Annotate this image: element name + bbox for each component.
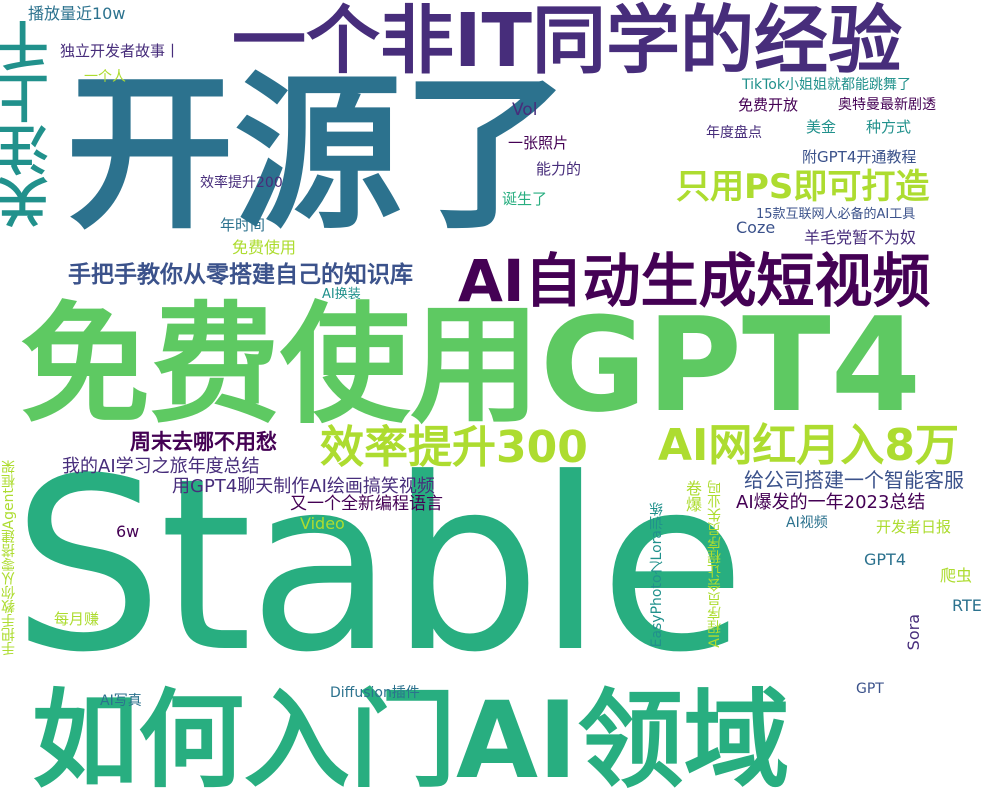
- word-nengli-de: 能力的: [536, 160, 582, 178]
- word-ai-shipin: AI视频: [786, 515, 828, 531]
- word-zhineng-kefu: 给公司搭建一个智能客服: [744, 468, 964, 492]
- word-xiaolv-200: 效率提升200: [200, 175, 283, 191]
- word-yige-ren: 一个人: [84, 69, 126, 85]
- word-ruhe-ai: 如何入门AI领域: [32, 679, 790, 800]
- word-tiktok: TikTok小姐姐就都能跳舞了: [742, 77, 911, 93]
- word-yizhang-zhaopian: 一张照片: [508, 134, 569, 152]
- word-zhiyong-ps: 只用PS即可打造: [676, 167, 930, 207]
- word-mianfei-shiyong: 免费使用: [232, 238, 297, 257]
- word-yangmao: 羊毛党暂不为奴: [804, 228, 917, 247]
- word-xin-yuyan: 又一个全新编程语言: [290, 494, 443, 514]
- word-dansheng-le: 诞生了: [502, 190, 548, 208]
- word-video: Video: [300, 514, 345, 533]
- word-fei-it: 一个非IT同学的经验: [232, 0, 903, 84]
- word-xiaolv-300: 效率提升300: [320, 422, 588, 473]
- word-ai-gongju: 15款互联网人必备的AI工具: [756, 207, 916, 222]
- word-easyphoto: EasyPhoto之Lora训练: [649, 502, 665, 648]
- word-ai-duanshipin: AI自动生成短视频: [458, 247, 931, 315]
- word-pachong: 爬虫: [940, 566, 973, 585]
- word-coze: Coze: [736, 218, 776, 237]
- word-zhoumo: 周末去哪不用愁: [130, 430, 277, 454]
- word-sora: Sora: [904, 614, 923, 651]
- word-duli-kaifa: 独立开发者故事丨: [60, 42, 181, 60]
- word-mianfei-gpt4: 免费使用GPT4: [20, 289, 922, 441]
- word-cloud: Stable 开源了 免费使用GPT4 如何入门AI领域 一个非IT同学的经验 …: [0, 0, 1000, 800]
- word-guanzhu: 关注上千: [0, 20, 58, 228]
- word-ai-chengxuyuan: AI程序员会让程序员失业吗: [707, 480, 723, 648]
- word-kaiyuan-le: 开源了: [66, 56, 570, 252]
- word-zhong-fangshi: 种方式: [866, 118, 912, 136]
- word-fu-gpt4: 附GPT4开通教程: [802, 148, 917, 166]
- word-ai-huanzhuang: AI换装: [322, 287, 361, 302]
- word-rte: RTE: [952, 596, 982, 615]
- word-gpt4: GPT4: [864, 550, 906, 569]
- word-agent: 手把手教你从零搭建Agent框架: [1, 460, 17, 656]
- word-gpt: GPT: [856, 681, 884, 697]
- word-bofang: 播放量近10w: [28, 4, 126, 23]
- word-nian-shijian: 年时间: [220, 216, 266, 234]
- word-kaifazhe-ribao: 开发者日报: [876, 518, 952, 536]
- word-meiyue-zhuan: 每月赚: [54, 610, 100, 628]
- word-vol: Vol: [512, 100, 538, 120]
- word-mianfei-kaifang: 免费开放: [738, 96, 799, 114]
- word-aoteman: 奥特曼最新剧透: [838, 97, 936, 113]
- word-ai-xiezhen: AI写真: [100, 693, 142, 709]
- word-niandu-pandian: 年度盘点: [706, 125, 762, 141]
- word-xuexi-nianzhong: 我的AI学习之旅年度总结: [62, 456, 260, 477]
- word-zhishiku: 手把手教你从零搭建自己的知识库: [68, 262, 413, 288]
- word-diffusion: Diffusion插件: [330, 685, 420, 701]
- word-juan-bao: 卷爆: [683, 480, 702, 512]
- word-ai-wanghong: AI网红月入8万: [658, 420, 960, 471]
- word-6w: 6w: [116, 522, 140, 541]
- word-meijin: 美金: [806, 118, 837, 136]
- word-ai-2023: AI爆发的一年2023总结: [736, 492, 926, 513]
